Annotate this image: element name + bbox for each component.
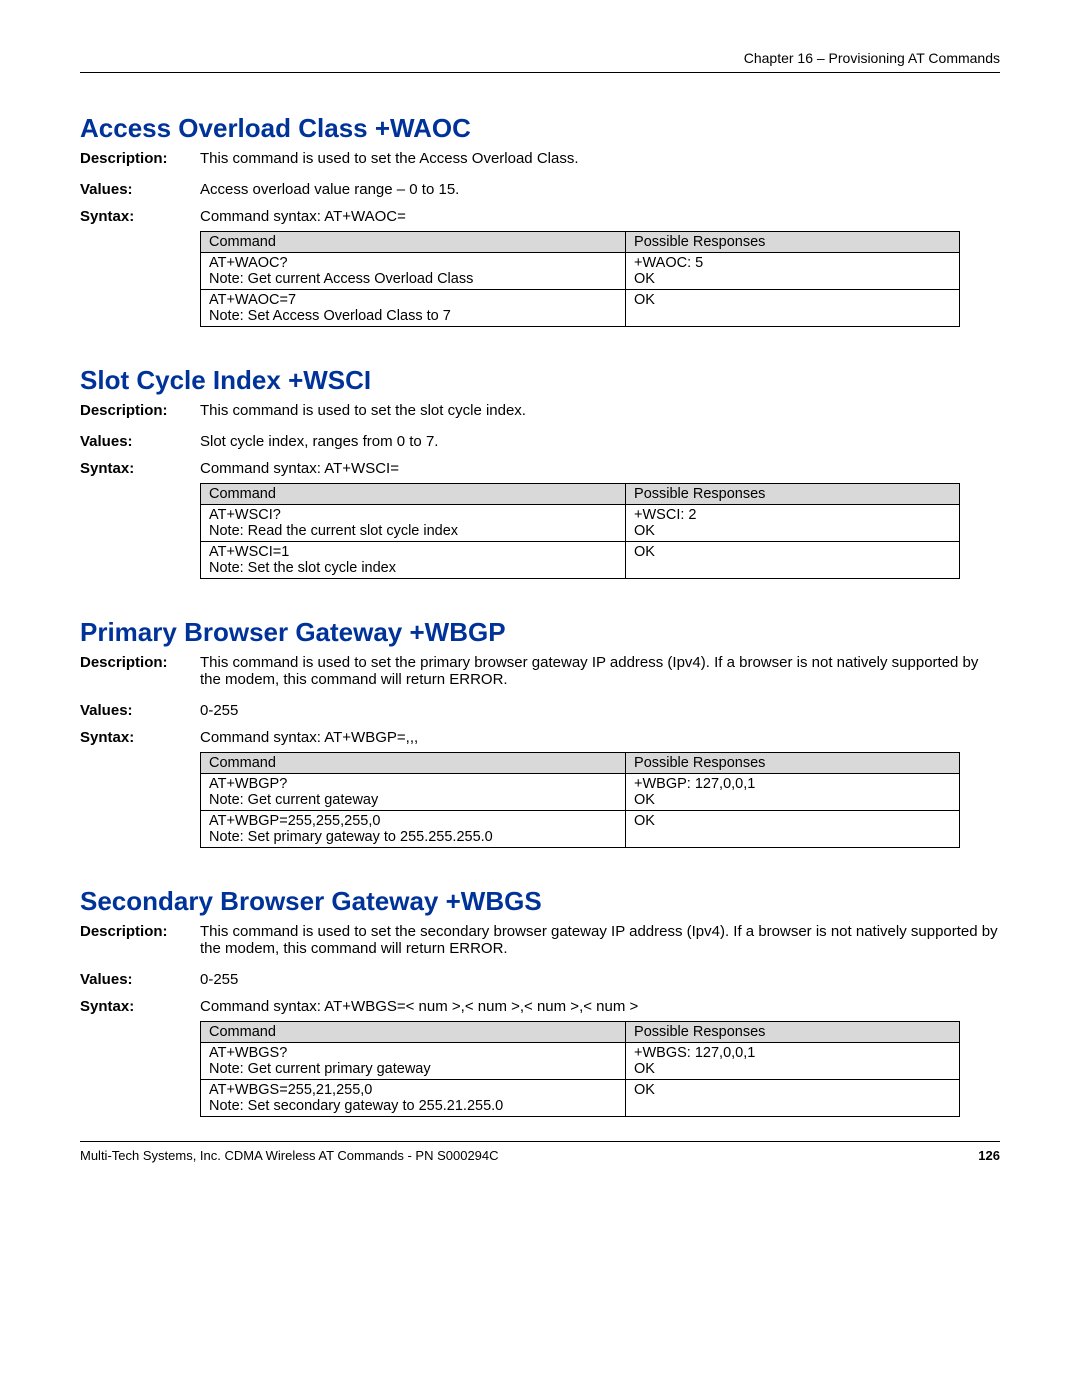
th-response: Possible Responses — [626, 1022, 960, 1043]
syntax-label: Syntax: — [80, 208, 200, 225]
table-row: AT+WAOC=7Note: Set Access Overload Class… — [201, 290, 960, 327]
response-cell: +WAOC: 5OK — [626, 253, 960, 290]
page-footer: Multi-Tech Systems, Inc. CDMA Wireless A… — [80, 1141, 1000, 1163]
response-cell: +WSCI: 2OK — [626, 505, 960, 542]
syntax-label: Syntax: — [80, 460, 200, 477]
values-label: Values: — [80, 971, 200, 988]
values-label: Values: — [80, 181, 200, 198]
syntax-text: Command syntax: AT+WBGP=,,, — [200, 729, 1000, 746]
response-cell: OK — [626, 811, 960, 848]
description-label: Description: — [80, 402, 200, 419]
command-cell: AT+WBGS?Note: Get current primary gatewa… — [201, 1043, 626, 1080]
th-command: Command — [201, 232, 626, 253]
command-cell: AT+WBGP?Note: Get current gateway — [201, 774, 626, 811]
syntax-text: Command syntax: AT+WAOC= — [200, 208, 1000, 225]
table-row: AT+WBGP=255,255,255,0Note: Set primary g… — [201, 811, 960, 848]
values-text: Slot cycle index, ranges from 0 to 7. — [200, 433, 1000, 450]
syntax-text: Command syntax: AT+WBGS=< num >,< num >,… — [200, 998, 1000, 1015]
th-response: Possible Responses — [626, 232, 960, 253]
syntax-label: Syntax: — [80, 998, 200, 1015]
response-cell: OK — [626, 1080, 960, 1117]
response-cell: OK — [626, 542, 960, 579]
th-response: Possible Responses — [626, 484, 960, 505]
values-text: 0-255 — [200, 702, 1000, 719]
command-table: CommandPossible Responses AT+WBGS?Note: … — [200, 1021, 960, 1117]
description-label: Description: — [80, 150, 200, 167]
values-text: Access overload value range – 0 to 15. — [200, 181, 1000, 198]
values-text: 0-255 — [200, 971, 1000, 988]
th-command: Command — [201, 1022, 626, 1043]
table-row: AT+WAOC?Note: Get current Access Overloa… — [201, 253, 960, 290]
response-cell: +WBGP: 127,0,0,1OK — [626, 774, 960, 811]
description-text: This command is used to set the Access O… — [200, 150, 1000, 167]
response-cell: OK — [626, 290, 960, 327]
command-table: CommandPossible Responses AT+WBGP?Note: … — [200, 752, 960, 848]
table-row: AT+WSCI?Note: Read the current slot cycl… — [201, 505, 960, 542]
table-row: AT+WBGS?Note: Get current primary gatewa… — [201, 1043, 960, 1080]
syntax-text: Command syntax: AT+WSCI= — [200, 460, 1000, 477]
description-text: This command is used to set the secondar… — [200, 923, 1000, 957]
command-cell: AT+WAOC?Note: Get current Access Overloa… — [201, 253, 626, 290]
description-label: Description: — [80, 654, 200, 688]
footer-text: Multi-Tech Systems, Inc. CDMA Wireless A… — [80, 1148, 499, 1163]
page-number: 126 — [978, 1148, 1000, 1163]
command-cell: AT+WBGS=255,21,255,0Note: Set secondary … — [201, 1080, 626, 1117]
th-command: Command — [201, 484, 626, 505]
command-table: CommandPossible Responses AT+WSCI?Note: … — [200, 483, 960, 579]
th-command: Command — [201, 753, 626, 774]
values-label: Values: — [80, 433, 200, 450]
values-label: Values: — [80, 702, 200, 719]
command-table: CommandPossible Responses AT+WAOC?Note: … — [200, 231, 960, 327]
section-title: Slot Cycle Index +WSCI — [80, 365, 1000, 396]
command-cell: AT+WSCI?Note: Read the current slot cycl… — [201, 505, 626, 542]
section-title: Access Overload Class +WAOC — [80, 113, 1000, 144]
syntax-label: Syntax: — [80, 729, 200, 746]
table-row: AT+WBGP?Note: Get current gateway +WBGP:… — [201, 774, 960, 811]
section-title: Secondary Browser Gateway +WBGS — [80, 886, 1000, 917]
table-row: AT+WSCI=1Note: Set the slot cycle index … — [201, 542, 960, 579]
description-label: Description: — [80, 923, 200, 957]
section-title: Primary Browser Gateway +WBGP — [80, 617, 1000, 648]
description-text: This command is used to set the slot cyc… — [200, 402, 1000, 419]
table-row: AT+WBGS=255,21,255,0Note: Set secondary … — [201, 1080, 960, 1117]
response-cell: +WBGS: 127,0,0,1OK — [626, 1043, 960, 1080]
command-cell: AT+WBGP=255,255,255,0Note: Set primary g… — [201, 811, 626, 848]
command-cell: AT+WAOC=7Note: Set Access Overload Class… — [201, 290, 626, 327]
page-header: Chapter 16 – Provisioning AT Commands — [80, 50, 1000, 73]
description-text: This command is used to set the primary … — [200, 654, 1000, 688]
th-response: Possible Responses — [626, 753, 960, 774]
command-cell: AT+WSCI=1Note: Set the slot cycle index — [201, 542, 626, 579]
